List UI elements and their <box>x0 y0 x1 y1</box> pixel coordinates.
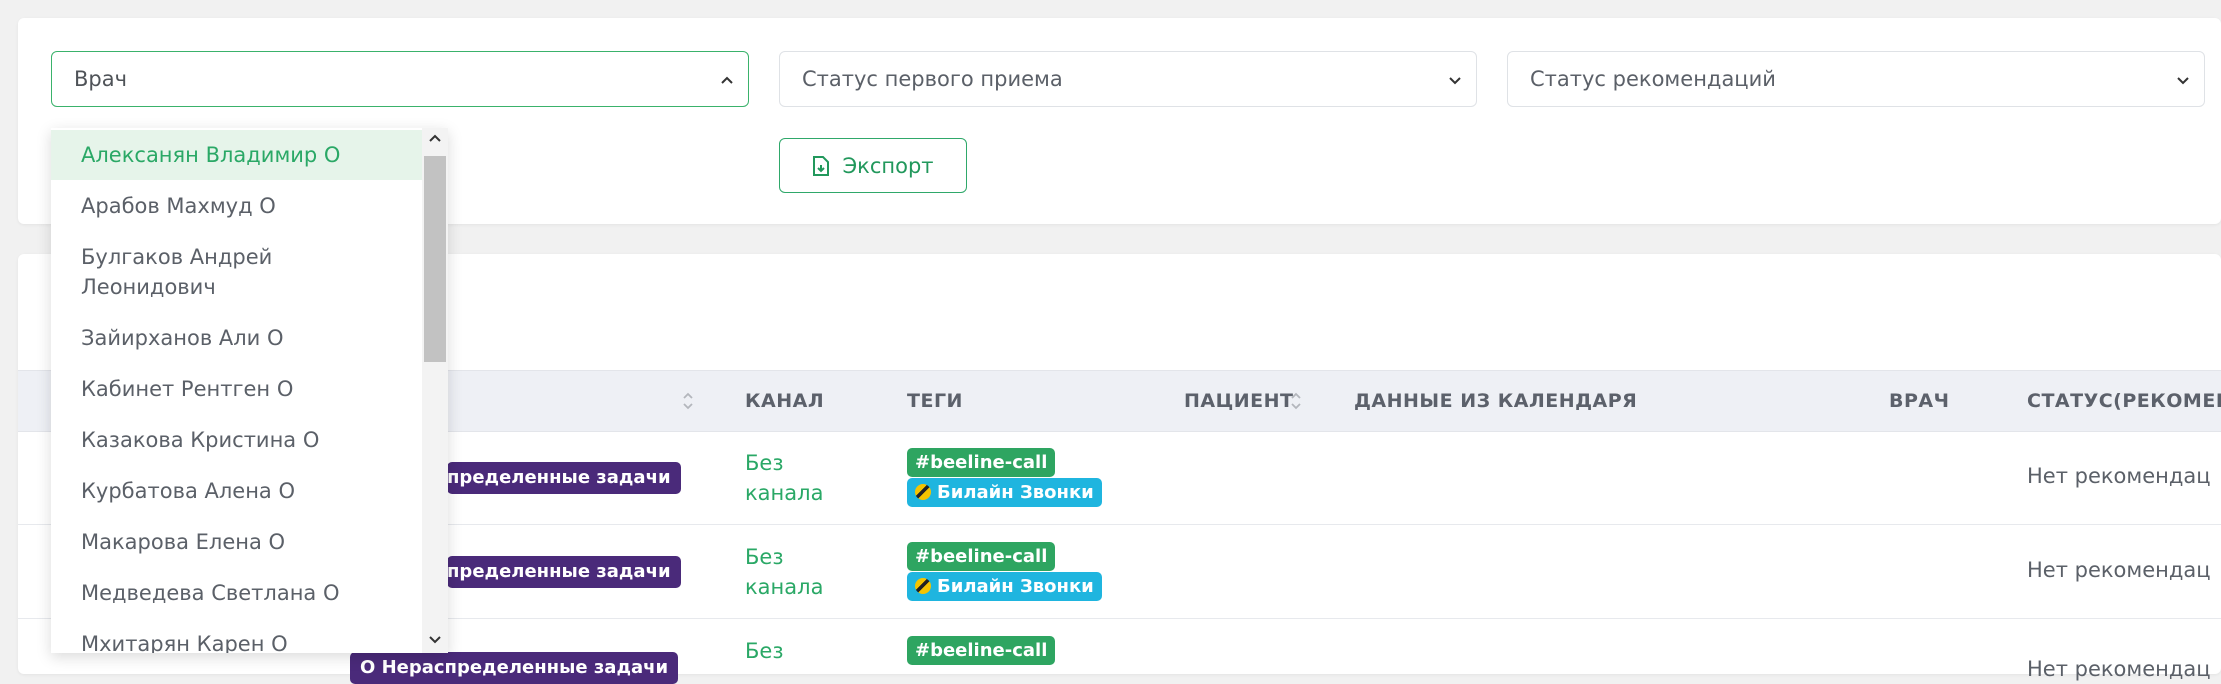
chevron-up-icon <box>721 76 733 84</box>
file-export-icon <box>813 155 830 176</box>
chevron-down-icon <box>2177 77 2189 85</box>
task-status-badge: пределенные задачи <box>447 462 681 494</box>
tag-badge-label: Билайн Звонки <box>937 482 1094 503</box>
first-visit-status-select[interactable]: Статус первого приема <box>779 51 1477 107</box>
recommendation-status-cell: Нет рекомендац <box>2027 558 2211 582</box>
first-visit-status-label: Статус первого приема <box>802 67 1063 91</box>
sort-icon[interactable] <box>681 389 695 413</box>
column-tags: ТЕГИ <box>907 390 963 412</box>
tag-badge: Билайн Звонки <box>907 572 1102 601</box>
beeline-icon <box>915 578 931 594</box>
tag-badge-label: Билайн Звонки <box>937 576 1094 597</box>
export-button[interactable]: Экспорт <box>779 138 967 193</box>
tag-badge: Билайн Звонки <box>907 478 1102 507</box>
doctor-option[interactable]: Медведева Светлана О <box>51 578 425 608</box>
column-doctor: ВРАЧ <box>1889 390 1950 412</box>
dropdown-scrollbar[interactable] <box>422 128 448 653</box>
column-channel: КАНАЛ <box>745 390 825 412</box>
doctor-option[interactable]: Макарова Елена О <box>51 527 425 557</box>
doctor-option[interactable]: Казакова Кристина О <box>51 425 425 455</box>
task-status-badge: пределенные задачи <box>447 556 681 588</box>
recommendation-status-label: Статус рекомендаций <box>1530 67 1776 91</box>
recommendation-status-cell: Нет рекомендац <box>2027 657 2211 681</box>
doctor-option[interactable]: Алексанян Владимир О <box>51 130 425 180</box>
doctor-select[interactable]: Врач <box>51 51 749 107</box>
column-status: СТАТУС(РЕКОМЕН <box>2027 390 2221 412</box>
scroll-up-arrow-icon[interactable] <box>428 131 442 145</box>
column-calendar-data: ДАННЫЕ ИЗ КАЛЕНДАРЯ <box>1354 390 1638 412</box>
doctor-select-label: Врач <box>74 67 128 91</box>
doctor-option[interactable]: Кабинет Рентген О <box>51 374 425 404</box>
doctor-option[interactable]: Булгаков Андрей Леонидович <box>51 242 425 302</box>
recommendation-status-select[interactable]: Статус рекомендаций <box>1507 51 2205 107</box>
column-patient[interactable]: ПАЦИЕНТ <box>1184 390 1293 412</box>
chevron-down-icon <box>1449 77 1461 85</box>
recommendation-status-cell: Нет рекомендац <box>2027 464 2211 488</box>
scrollbar-thumb[interactable] <box>424 156 446 362</box>
channel-cell: Без канала <box>745 451 824 505</box>
doctor-option[interactable]: Курбатова Алена О <box>51 476 425 506</box>
doctor-option[interactable]: Зайирханов Али О <box>51 323 425 353</box>
task-status-badge: О Нераспределенные задачи <box>350 652 679 684</box>
tag-badge: #beeline-call <box>907 448 1056 477</box>
channel-cell: Без <box>745 639 784 663</box>
doctor-option[interactable]: Арабов Махмуд О <box>51 191 425 221</box>
tag-badge: #beeline-call <box>907 636 1056 665</box>
export-button-label: Экспорт <box>842 153 934 178</box>
channel-cell: Без канала <box>745 545 824 599</box>
doctor-option[interactable]: Мхитарян Карен О <box>51 629 425 653</box>
tag-badge: #beeline-call <box>907 542 1056 571</box>
doctor-dropdown-list[interactable]: Алексанян Владимир О Арабов Махмуд О Бул… <box>51 128 448 653</box>
sort-icon[interactable] <box>1289 389 1303 413</box>
beeline-icon <box>915 484 931 500</box>
scroll-down-arrow-icon[interactable] <box>428 633 442 647</box>
